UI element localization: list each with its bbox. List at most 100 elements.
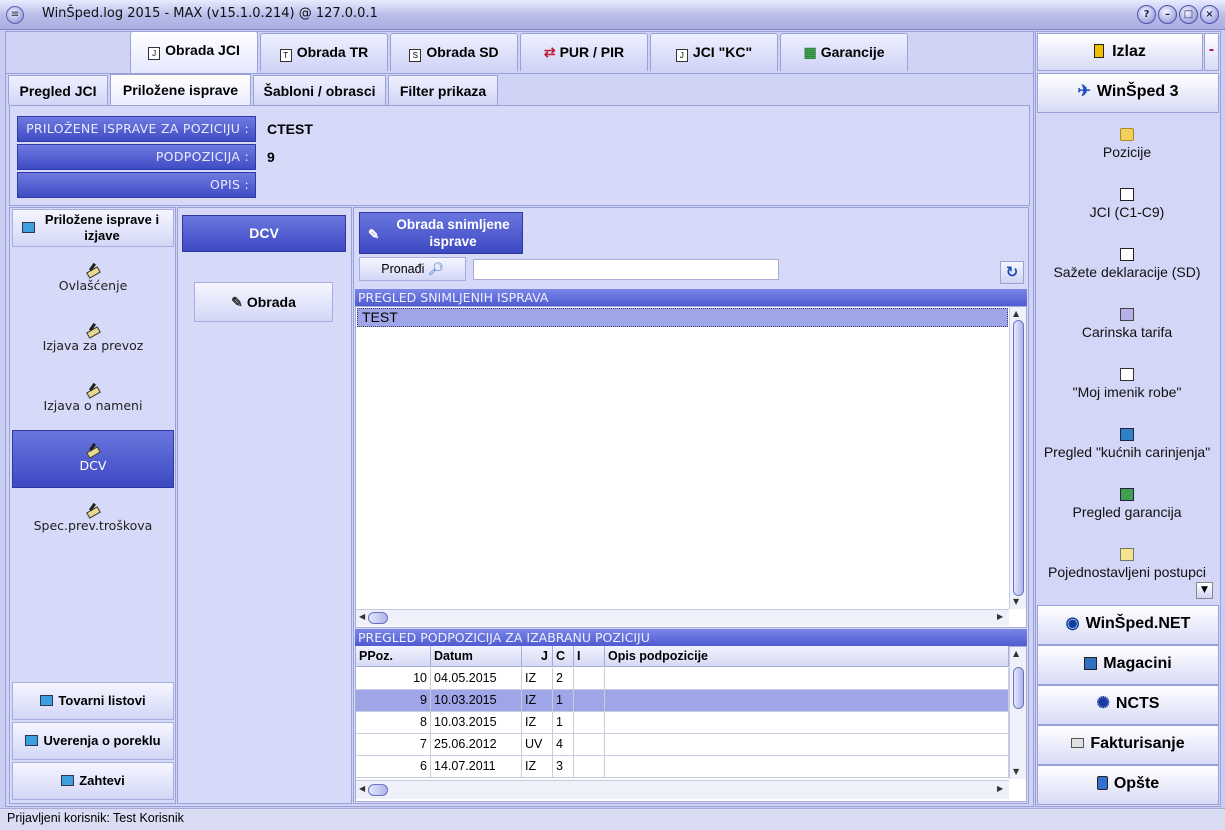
list-hscrollbar[interactable]: ◀ ▶ [356, 609, 1009, 626]
right-item-jci[interactable]: JCI (C1-C9) [1037, 188, 1217, 220]
cell-i [574, 734, 605, 756]
tab-pur-pir[interactable]: ⇄ PUR / PIR [520, 33, 648, 71]
scroll-left-icon[interactable]: ◀ [359, 784, 365, 793]
table-row[interactable]: 7 25.06.2012 UV 4 [356, 734, 1009, 756]
table-row[interactable]: 8 10.03.2015 IZ 1 [356, 712, 1009, 734]
ncts-button[interactable]: ✺ NCTS [1037, 685, 1219, 725]
cell-ppoz: 6 [356, 756, 431, 778]
pen-icon [85, 322, 101, 336]
tab-obrada-jci[interactable]: J Obrada JCI [130, 31, 258, 73]
close-icon[interactable]: × [1200, 5, 1219, 24]
cell-c: 1 [553, 690, 574, 712]
subtab-sabloni-obrasci[interactable]: Šabloni / obrasci [253, 75, 386, 105]
search-input[interactable] [473, 259, 779, 280]
tab-garancije[interactable]: ▦ Garancije [780, 33, 908, 71]
fakturisanje-button[interactable]: Fakturisanje [1037, 725, 1219, 765]
subtab-prilozene-isprave[interactable]: Priložene isprave [110, 74, 251, 105]
nav-item-izjava-o-nameni[interactable]: Izjava o nameni [12, 382, 174, 413]
tab-jci-kc[interactable]: J JCI "KC" [650, 33, 778, 71]
nav-item-ovlascenje[interactable]: Ovlašćenje [12, 262, 174, 293]
col-ppoz[interactable]: PPoz. [356, 646, 431, 667]
nav-item-spec-prev-troskova[interactable]: Spec.prev.troškova [12, 502, 174, 533]
izlaz-button[interactable]: Izlaz [1037, 33, 1203, 71]
pen-icon [85, 502, 101, 516]
certificate-icon [1120, 488, 1134, 501]
right-item-carinska-tarifa[interactable]: Carinska tarifa [1037, 308, 1217, 340]
zahtevi-button[interactable]: Zahtevi [12, 762, 174, 800]
scroll-thumb[interactable] [1013, 667, 1024, 709]
winsped-net-button[interactable]: ◉ WinŠped.NET [1037, 605, 1219, 645]
subtab-pregled-jci[interactable]: Pregled JCI [8, 75, 108, 105]
refresh-icon[interactable]: ↻ [1000, 261, 1024, 284]
hscroll-thumb[interactable] [368, 784, 388, 796]
table-row[interactable]: 10 04.05.2015 IZ 2 [356, 668, 1009, 690]
uverenja-o-poreklu-button[interactable]: Uverenja o poreklu [12, 722, 174, 760]
exit-door-icon [1094, 44, 1105, 58]
tab-obrada-sd[interactable]: S Obrada SD [390, 33, 518, 71]
col-opis[interactable]: Opis podpozicije [605, 646, 1009, 667]
scroll-right-icon[interactable]: ▶ [997, 784, 1003, 793]
nav-item-dcv[interactable]: DCV [12, 430, 174, 488]
app-menu-icon[interactable]: ≡ [6, 6, 24, 24]
cell-ppoz: 8 [356, 712, 431, 734]
scroll-down-icon[interactable]: ▼ [1196, 582, 1213, 599]
right-item-pregled-garancija[interactable]: Pregled garancija [1037, 488, 1217, 520]
table-hscrollbar[interactable]: ◀ ▶ [356, 780, 1009, 799]
maximize-icon[interactable]: □ [1179, 5, 1198, 24]
subtab-filter-prikaza[interactable]: Filter prikaza [388, 75, 498, 105]
tab-obrada-tr[interactable]: T Obrada TR [260, 33, 388, 71]
col-datum[interactable]: Datum [431, 646, 522, 667]
list-item[interactable]: TEST [357, 308, 1008, 327]
cell-datum: 10.03.2015 [431, 712, 522, 734]
obrada-button[interactable]: ✎ Obrada [194, 282, 333, 322]
isprave-list [355, 306, 1027, 628]
magacini-button[interactable]: Magacini [1037, 645, 1219, 685]
hscroll-thumb[interactable] [368, 612, 388, 624]
folder-icon [1120, 128, 1134, 141]
col-j[interactable]: J [522, 646, 553, 667]
right-item-kucna-carinjenja[interactable]: Pregled "kućnih carinjenja" [1037, 428, 1217, 460]
scroll-up-icon[interactable]: ▲ [1013, 309, 1019, 318]
table-vscrollbar[interactable]: ▲ ▼ [1009, 647, 1026, 779]
tovarni-listovi-button[interactable]: Tovarni listovi [12, 682, 174, 720]
right-item-moj-imenik-robe[interactable]: "Moj imenik robe" [1037, 368, 1217, 400]
cell-j: UV [522, 734, 553, 756]
table-row[interactable]: 9 10.03.2015 IZ 1 [356, 690, 1009, 712]
opste-button[interactable]: Opšte [1037, 765, 1219, 805]
cell-datum: 10.03.2015 [431, 690, 522, 712]
table-row[interactable]: 6 14.07.2011 IZ 3 [356, 756, 1009, 778]
obrada-snimljene-isprave-button[interactable]: ✎ Obrada snimljene isprave [359, 212, 523, 254]
scroll-up-icon[interactable]: ▲ [1013, 649, 1019, 658]
cell-j: IZ [522, 756, 553, 778]
cell-i [574, 690, 605, 712]
right-item-sazete-deklaracije[interactable]: Sažete deklaracije (SD) [1037, 248, 1217, 280]
nav-item-izjava-za-prevoz[interactable]: Izjava za prevoz [12, 322, 174, 353]
scroll-down-icon[interactable]: ▼ [1013, 597, 1019, 606]
cell-c: 2 [553, 668, 574, 690]
collapse-icon[interactable]: - [1204, 33, 1219, 71]
help-icon[interactable]: ? [1137, 5, 1156, 24]
col-i[interactable]: I [574, 646, 605, 667]
scroll-right-icon[interactable]: ▶ [997, 612, 1003, 621]
podpozicija-label: PODPOZICIJA : [17, 144, 256, 170]
document-icon: J [675, 49, 688, 62]
list-header: PREGLED SNIMLJENIH ISPRAVA [355, 289, 1027, 306]
scroll-left-icon[interactable]: ◀ [359, 612, 365, 621]
cell-datum: 04.05.2015 [431, 668, 522, 690]
winsped3-button[interactable]: ✈ WinŠped 3 [1037, 73, 1219, 113]
list-vscrollbar[interactable]: ▲ ▼ [1009, 307, 1026, 609]
minimize-icon[interactable]: – [1158, 5, 1177, 24]
left-nav-header[interactable]: Priložene isprave i izjave [12, 209, 174, 247]
cell-opis [605, 756, 1009, 778]
find-button[interactable]: Pronađi 🔎︎ [359, 257, 466, 281]
warehouse-icon [1084, 657, 1098, 670]
monitor-icon [25, 735, 39, 746]
scroll-down-icon[interactable]: ▼ [1013, 767, 1019, 776]
cell-j: IZ [522, 690, 553, 712]
scroll-thumb[interactable] [1013, 320, 1024, 596]
winsped-logo-icon: ✈ [1077, 83, 1091, 100]
right-item-pojednostavljeni-postupci[interactable]: Pojednostavljeni postupci [1037, 548, 1217, 580]
col-c[interactable]: C [553, 646, 574, 667]
right-item-pozicije[interactable]: Pozicije [1037, 128, 1217, 160]
certificate-icon: ▦ [803, 44, 817, 60]
